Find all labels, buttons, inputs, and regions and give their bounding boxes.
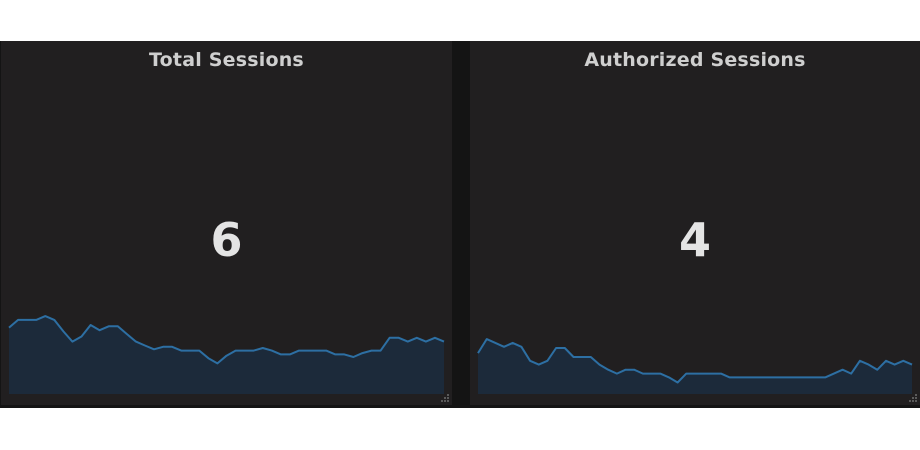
sparkline-area — [478, 339, 912, 394]
dashboard-row: Total Sessions 6 Authorized Sessions 4 — [0, 41, 920, 408]
panel-value: 4 — [678, 213, 711, 267]
panel-total-sessions[interactable]: Total Sessions 6 — [1, 41, 452, 405]
panel-authorized-sessions[interactable]: Authorized Sessions 4 — [470, 41, 920, 405]
panel-value: 6 — [210, 213, 243, 267]
resize-handle-icon[interactable] — [906, 391, 918, 403]
resize-handle-icon[interactable] — [438, 391, 450, 403]
